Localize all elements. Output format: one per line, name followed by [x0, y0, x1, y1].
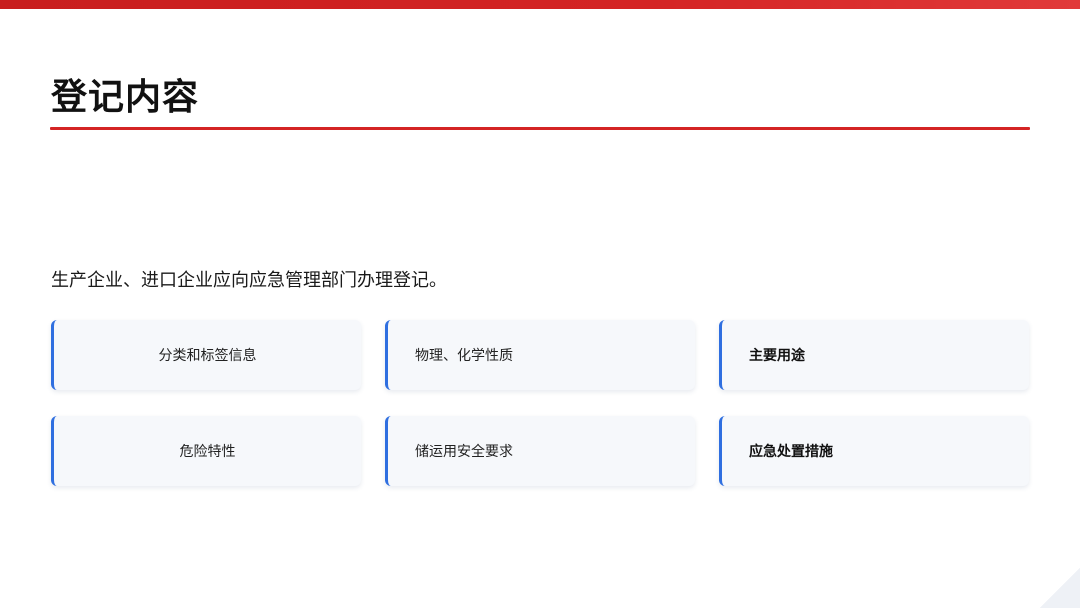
card-label: 应急处置措施	[749, 444, 833, 460]
card-label: 储运用安全要求	[415, 444, 513, 460]
corner-decoration	[1040, 568, 1080, 608]
card-emergency-measures: 应急处置措施	[719, 416, 1029, 486]
card-label: 主要用途	[749, 348, 805, 364]
card-label: 危险特性	[179, 444, 236, 460]
card-hazard-characteristics: 危险特性	[51, 416, 361, 486]
page-title: 登记内容	[51, 77, 200, 118]
intro-text: 生产企业、进口企业应向应急管理部门办理登记。	[51, 270, 447, 291]
card-label: 物理、化学性质	[415, 348, 513, 364]
card-storage-safety: 储运用安全要求	[385, 416, 695, 486]
top-accent-bar	[0, 0, 1080, 9]
card-classification-label: 分类和标签信息	[51, 320, 361, 390]
card-main-use: 主要用途	[719, 320, 1029, 390]
title-divider	[50, 127, 1030, 130]
card-physical-chemical: 物理、化学性质	[385, 320, 695, 390]
card-label: 分类和标签信息	[158, 348, 257, 364]
